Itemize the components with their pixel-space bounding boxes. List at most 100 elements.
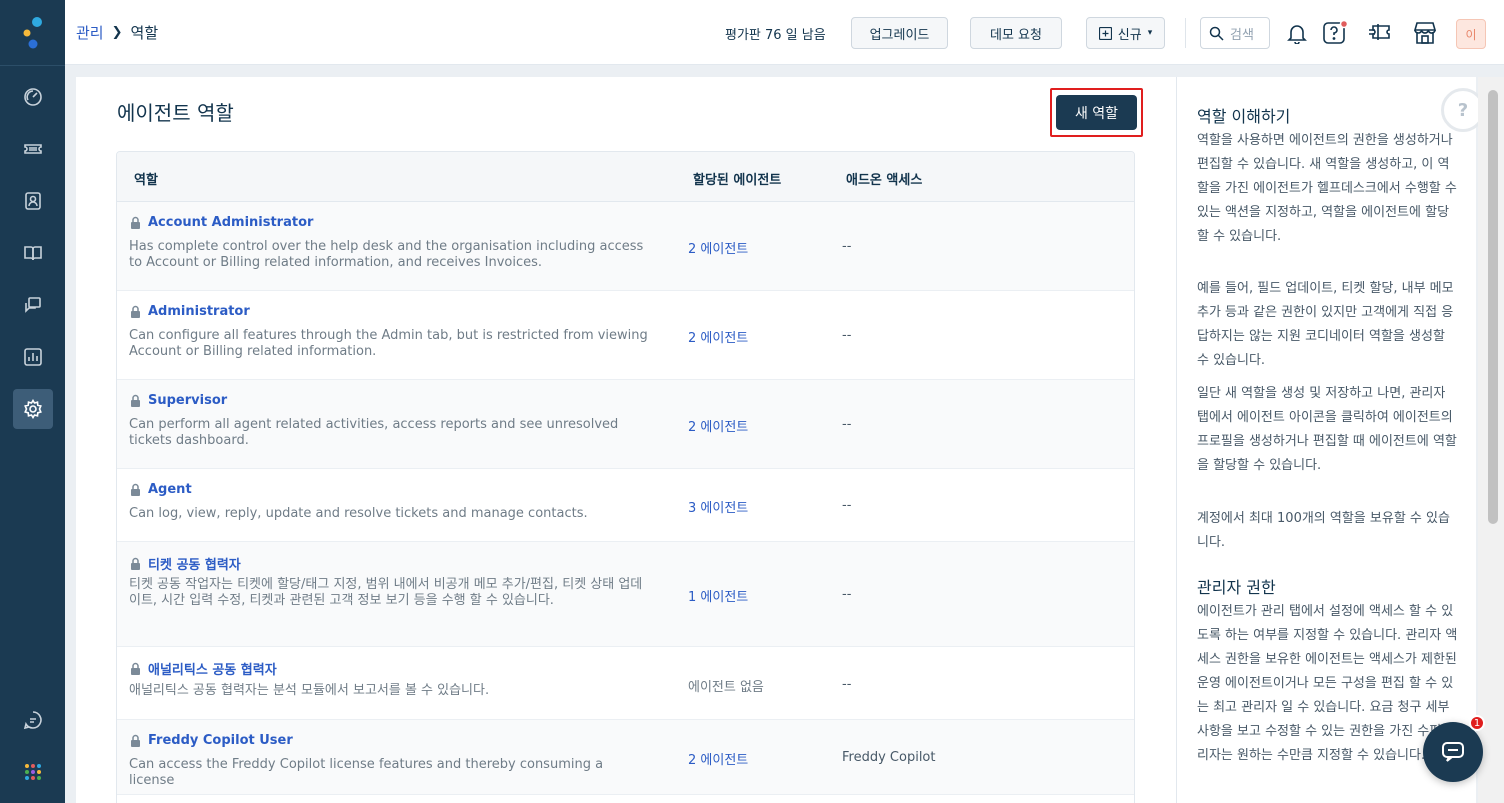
lock-icon: [131, 305, 140, 318]
help-heading-understanding-roles: 역할 이해하기: [1197, 107, 1291, 126]
role-name-link[interactable]: 티켓 공동 협력자: [129, 554, 241, 573]
message-circle-icon: [23, 711, 42, 730]
addon-access: --: [842, 498, 852, 513]
role-name-text: Supervisor: [148, 393, 228, 408]
app-switcher-button[interactable]: [13, 752, 53, 792]
search-placeholder: 검색: [1230, 27, 1254, 43]
roles-table: 역할 할당된 에이전트 애드온 액세스 Account Administrato…: [116, 151, 1135, 803]
request-demo-button[interactable]: 데모 요청: [970, 17, 1062, 49]
search-button[interactable]: 검색: [1200, 17, 1270, 49]
table-row[interactable]: Account Administrator Has complete contr…: [117, 202, 1134, 291]
addon-access: --: [842, 239, 852, 254]
reports-chart-icon: [24, 348, 42, 366]
top-header: 관리 ❯ 역할 평가판 76 일 남음 업그레이드 데모 요청 신규 ▾ 검색 …: [65, 0, 1504, 65]
chat-widget-button[interactable]: [1423, 722, 1483, 782]
lock-icon: [131, 216, 140, 229]
ticket-list-icon: [1369, 24, 1390, 40]
role-name-text: Agent: [148, 482, 192, 497]
lock-icon: [131, 734, 140, 747]
role-description: Can perform all agent related activities…: [129, 417, 619, 448]
chevron-down-icon: ▾: [1147, 28, 1153, 38]
assigned-agents-link[interactable]: 2 에이전트: [688, 416, 748, 435]
sidebar-item-forums[interactable]: [13, 285, 53, 325]
role-name-link[interactable]: 애널리틱스 공동 협력자: [129, 659, 277, 678]
chevron-right-icon: ❯: [111, 25, 123, 40]
lock-icon: [131, 662, 140, 675]
new-button-label: 신규: [1117, 27, 1142, 43]
new-role-button[interactable]: 새 역할: [1056, 95, 1137, 130]
breadcrumb-admin-link[interactable]: 관리: [76, 22, 104, 43]
search-icon: [1209, 26, 1224, 41]
help-button[interactable]: [1320, 18, 1350, 48]
role-name-link[interactable]: Supervisor: [129, 393, 227, 408]
assigned-agents-link[interactable]: 2 에이전트: [688, 327, 748, 346]
role-name-link[interactable]: Agent: [129, 482, 192, 497]
role-name-link[interactable]: Freddy Copilot User: [129, 733, 293, 748]
sidebar-item-solutions[interactable]: [13, 233, 53, 273]
table-header: 역할 할당된 에이전트 애드온 액세스: [117, 152, 1134, 202]
sidebar-item-contacts[interactable]: [13, 181, 53, 221]
addon-access: Freddy Copilot: [842, 750, 936, 765]
notifications-button[interactable]: [1282, 18, 1312, 48]
freshdesk-logo-icon[interactable]: [20, 16, 46, 50]
lock-icon: [131, 483, 140, 496]
sidebar-item-chat[interactable]: [13, 700, 53, 740]
chat-notification-badge: 1: [1469, 715, 1485, 731]
sidebar-item-reports[interactable]: [13, 337, 53, 377]
table-row[interactable]: 애널리틱스 공동 협력자 애널리틱스 공동 협력자는 분석 모듈에서 보고서를 …: [117, 647, 1134, 720]
breadcrumb: 관리 ❯ 역할: [76, 22, 158, 43]
new-role-highlight: 새 역할: [1050, 88, 1143, 137]
table-row[interactable]: Supervisor Can perform all agent related…: [117, 380, 1134, 469]
sidebar-item-admin[interactable]: [13, 389, 53, 429]
help-paragraph: 에이전트가 관리 탭에서 설정에 액세스 할 수 있도록 하는 여부를 지정할 …: [1197, 604, 1458, 763]
role-description: Can configure all features through the A…: [129, 328, 648, 359]
assigned-agents-link[interactable]: 2 에이전트: [688, 238, 748, 257]
table-row[interactable]: 티켓 공동 협력자 티켓 공동 작업자는 티켓에 할당/태그 지정, 범위 내에…: [117, 542, 1134, 647]
role-name-link[interactable]: Account Administrator: [129, 215, 313, 230]
header-divider: [1185, 18, 1186, 48]
sidebar-item-tickets[interactable]: [13, 129, 53, 169]
assigned-agents-link[interactable]: 1 에이전트: [688, 586, 748, 605]
app-root: 관리 ❯ 역할 평가판 76 일 남음 업그레이드 데모 요청 신규 ▾ 검색 …: [0, 0, 1504, 803]
addon-access: --: [842, 587, 852, 602]
upgrade-button[interactable]: 업그레이드: [851, 17, 948, 49]
help-paragraph: 계정에서 최대 100개의 역할을 보유할 수 있습니다.: [1197, 511, 1450, 550]
role-name-text: 애널리틱스 공동 협력자: [148, 663, 277, 678]
tickets-shortcut-button[interactable]: [1365, 18, 1395, 48]
table-row[interactable]: Agent Can log, view, reply, update and r…: [117, 469, 1134, 542]
role-name-text: Freddy Copilot User: [148, 733, 293, 748]
table-row[interactable]: Administrator Can configure all features…: [117, 291, 1134, 380]
chat-icon: [1442, 742, 1464, 762]
user-avatar[interactable]: 이: [1456, 19, 1486, 49]
help-paragraph: 일단 새 역할을 생성 및 저장하고 나면, 관리자 탭에서 에이전트 아이콘을…: [1197, 386, 1457, 473]
store-icon: [1413, 22, 1437, 44]
role-name-link[interactable]: Administrator: [129, 304, 250, 319]
roles-main-panel: 에이전트 역할 새 역할 역할 할당된 에이전트 애드온 액세스 Account…: [76, 77, 1176, 803]
assigned-agents-link[interactable]: 3 에이전트: [688, 497, 748, 516]
role-description: Has complete control over the help desk …: [129, 239, 644, 270]
breadcrumb-current: 역할: [130, 24, 159, 42]
sidebar-divider: [0, 65, 65, 66]
assigned-agents-link[interactable]: 2 에이전트: [688, 749, 748, 768]
column-header-role: 역할: [134, 173, 158, 188]
app-grid-icon: [25, 764, 41, 780]
addon-access: --: [842, 417, 852, 432]
sidebar-item-dashboard[interactable]: [13, 77, 53, 117]
table-row[interactable]: Freddy Copilot User Can access the Fredd…: [117, 720, 1134, 795]
gear-icon: [24, 399, 42, 419]
scrollbar-thumb[interactable]: [1488, 90, 1498, 524]
role-description: Can log, view, reply, update and resolve…: [129, 506, 588, 521]
sidebar-nav: [0, 0, 65, 803]
book-icon: [24, 246, 42, 261]
lock-icon: [131, 557, 140, 570]
ticket-icon: [24, 144, 42, 154]
addon-access: --: [842, 677, 852, 692]
marketplace-button[interactable]: [1410, 18, 1440, 48]
help-paragraph: 역할을 사용하면 에이전트의 권한을 생성하거나 편집할 수 있습니다. 새 역…: [1197, 133, 1457, 244]
plus-square-icon: [1098, 26, 1112, 40]
role-description: 티켓 공동 작업자는 티켓에 할당/태그 지정, 범위 내에서 비공개 메모 추…: [129, 577, 643, 608]
help-paragraph: 예를 들어, 필드 업데이트, 티켓 할당, 내부 메모 추가 등과 같은 권한…: [1197, 281, 1454, 368]
new-dropdown-button[interactable]: 신규 ▾: [1086, 17, 1165, 49]
addon-access: --: [842, 328, 852, 343]
help-question-icon: [1323, 20, 1348, 44]
